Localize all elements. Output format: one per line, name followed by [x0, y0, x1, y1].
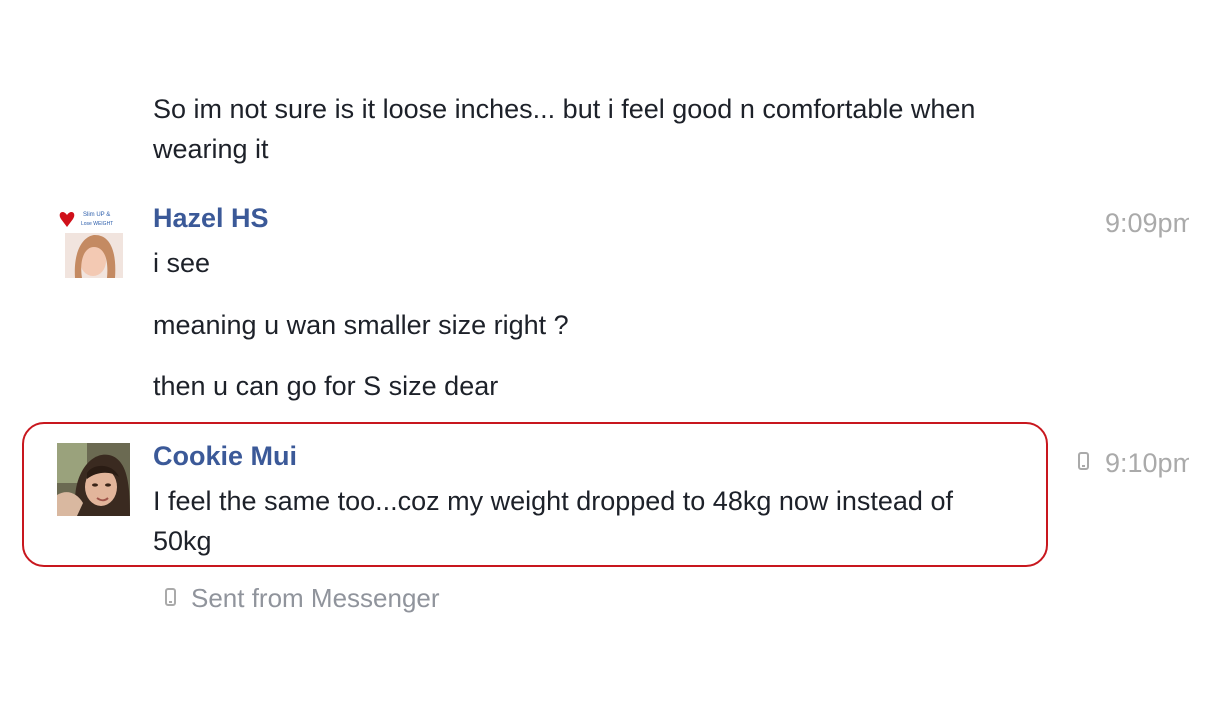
message-text: wearing it: [153, 134, 269, 164]
timestamp: 9:09pm: [1105, 208, 1189, 238]
phone-icon: [165, 588, 176, 606]
message-text: meaning u wan smaller size right ?: [153, 310, 569, 340]
message-text: i see: [153, 248, 211, 278]
avatar-hazel[interactable]: Slim UP & Lose WEIGHT: [57, 205, 130, 278]
avatar-brand-text: Lose WEIGHT: [81, 221, 113, 227]
sent-from-label[interactable]: Sent from Messenger: [191, 583, 440, 614]
message-text: So im not sure is it loose inches... but…: [153, 94, 976, 124]
sender-name-hazel[interactable]: Hazel HS: [153, 203, 269, 234]
sender-name-cookie[interactable]: Cookie Mui: [153, 441, 297, 472]
avatar-brand-text: Slim UP &: [83, 212, 110, 218]
message-text: I feel the same too...coz my weight drop…: [153, 486, 953, 516]
timestamp: 9:10pm: [1105, 448, 1189, 478]
message-text: 50kg: [153, 526, 212, 556]
phone-icon: [1078, 452, 1089, 470]
message-text: then u can go for S size dear: [153, 371, 499, 401]
avatar-cookie[interactable]: [57, 443, 130, 516]
